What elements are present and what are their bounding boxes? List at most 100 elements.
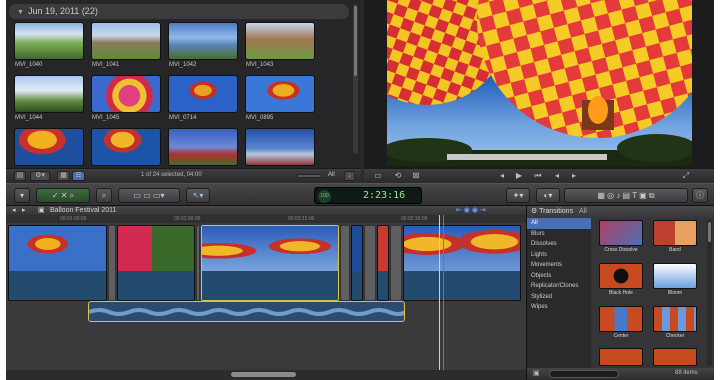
gear-icon[interactable]: ⚙ [531,208,539,215]
clip-thumbnail[interactable] [14,22,84,60]
sidebar-toggle-icon[interactable]: ▣ [533,369,540,377]
balloon-image [387,0,692,166]
category-item[interactable]: Wipes [527,302,591,313]
fullscreen-icon[interactable]: ⤢ [680,171,692,181]
dashboard-timecode[interactable]: 100 2:23:16 [314,187,422,204]
clip-label: MVI_0714 [169,115,197,121]
category-item[interactable]: Movements [527,260,591,271]
clip-thumbnail[interactable] [14,128,84,166]
transition-thumbnail[interactable] [599,348,643,366]
clip-thumbnail[interactable] [91,75,161,113]
timeline-scrollbar[interactable] [6,370,526,380]
play-icon[interactable]: ▶ [513,171,525,181]
transform-icon[interactable]: ⟲ [392,171,404,181]
category-item[interactable]: Replicator/Clones [527,281,591,292]
browser-bottom-bar: ▤ ⚙▾ ▦ ☰ 1 of 24 selected, 04:00 All ↓ [6,168,361,183]
zoom-slider[interactable] [296,174,322,178]
transition-thumbnail[interactable] [653,306,697,332]
playhead[interactable] [443,215,444,370]
transition-thumbnail[interactable] [599,306,643,332]
import-button[interactable]: ▾ [14,188,30,203]
transition-thumbnail[interactable] [599,220,643,246]
category-item[interactable]: Blurs [527,229,591,240]
inspector-button[interactable]: ⓘ [692,188,708,203]
action-menu-button[interactable]: ⚙▾ [30,171,50,181]
timeline-clip[interactable] [377,225,389,301]
category-item[interactable]: Lights [527,250,591,261]
scroll-thumb[interactable] [231,372,296,377]
category-item[interactable]: Objects [527,271,591,282]
timeline-back-icon[interactable]: ◂ [12,206,16,215]
transition-thumbnail[interactable] [653,263,697,289]
timeline-ruler[interactable]: 00:01:00:00 00:02:00:00 00:03:15:00 00:0… [6,215,526,223]
rewind-icon[interactable]: ⏮ [532,171,544,181]
category-item[interactable]: All [527,218,591,229]
download-icon[interactable]: ↓ [344,171,355,181]
event-header-label: Jun 19, 2011 (22) [27,6,98,16]
filmstrip-view-button[interactable]: ▦ [57,171,70,181]
edit-buttons[interactable]: ▭ ▭ ▭▾ [118,188,180,203]
clip-thumbnail[interactable] [168,128,238,166]
viewer-frame[interactable] [387,0,692,166]
select-tool-button[interactable]: ↖▾ [186,188,210,203]
gap-clip[interactable] [196,225,200,301]
timeline-clip[interactable] [117,225,195,301]
filter-dropdown[interactable]: All [328,172,335,178]
step-forward-icon[interactable]: ▸ [568,171,580,181]
clip-thumbnail[interactable] [91,22,161,60]
view-options-icon[interactable]: ▭ [372,171,384,181]
clip-label: MVI_1041 [92,62,120,68]
gap-clip[interactable] [340,225,350,301]
category-item[interactable]: Dissolves [527,239,591,250]
clip-thumbnail[interactable] [14,75,84,113]
transitions-browser: ⚙ Transitions All All Blurs Dissolves Li… [526,206,714,380]
browser-scrollbar[interactable] [353,4,358,154]
media-browser-icons[interactable]: ▦ ◎ ♪ ▤ T ▣ ⧉ [564,188,688,203]
timeline-forward-icon[interactable]: ▸ [22,206,26,215]
disclosure-triangle-icon[interactable]: ▼ [17,5,24,20]
keyword-button[interactable]: ✓ ✕ ⌕ [36,188,90,203]
transition-label: Center [613,333,629,339]
progress-indicator: 100 [318,190,331,203]
crop-icon[interactable]: ⊠ [410,171,422,181]
clip-thumbnail[interactable] [245,128,315,166]
transitions-filter[interactable]: All [579,208,587,215]
main-toolbar: ▾ ✓ ✕ ⌕ ⌕ ▭ ▭ ▭▾ ↖▾ 100 2:23:16 ✦▾ ◐▾ ▦ … [6,183,714,206]
clip-thumbnail[interactable] [168,75,238,113]
clip-thumbnail[interactable] [245,75,315,113]
timeline-clip-selected[interactable] [201,225,339,301]
clip-thumbnail[interactable] [245,22,315,60]
ruler-tick: 00:02:00:00 [174,216,201,222]
timeline-clip[interactable] [351,225,363,301]
clip-thumbnail[interactable] [91,128,161,166]
view-switches[interactable]: ⇤ ◉ ◉ ⇥ [456,206,486,215]
transition-thumbnail[interactable] [653,220,697,246]
list-view-button[interactable]: ☰ [72,171,85,181]
category-item[interactable]: Stylized [527,292,591,303]
retime-button[interactable]: ◐▾ [536,188,560,203]
timeline-clip[interactable] [8,225,107,301]
timecode-display: 2:23:16 [363,190,406,201]
ruler-tick: 00:02:30:00 [401,216,428,222]
transition-thumbnail[interactable] [599,263,643,289]
clip-label: MVI_1042 [169,62,197,68]
selection-status: 1 of 24 selected, 04:00 [141,172,202,178]
gap-clip[interactable] [364,225,376,301]
timeline-clip[interactable] [403,225,521,301]
gap-clip[interactable] [108,225,116,301]
clapper-icon: ▣ [38,207,45,214]
step-back-icon[interactable]: ◂ [551,171,563,181]
enhance-button[interactable]: ✦▾ [506,188,530,203]
connected-audio-clip[interactable] [88,301,405,322]
previous-frame-icon[interactable]: ◂ [496,171,508,181]
event-header[interactable]: ▼ Jun 19, 2011 (22) [9,4,349,19]
viewer-bottom-bar: ▭ ⟲ ⊠ ◂ ▶ ⏮ ◂ ▸ ⤢ [364,168,714,183]
item-count: 88 items [675,370,698,376]
transition-thumbnail[interactable] [653,348,697,366]
library-toggle-button[interactable]: ▤ [14,171,26,181]
search-input[interactable]: ⌕ [549,370,619,378]
gap-clip[interactable] [390,225,402,301]
clip-thumbnail[interactable] [168,22,238,60]
transitions-scrollbar[interactable] [707,220,712,366]
search-button[interactable]: ⌕ [96,188,112,203]
